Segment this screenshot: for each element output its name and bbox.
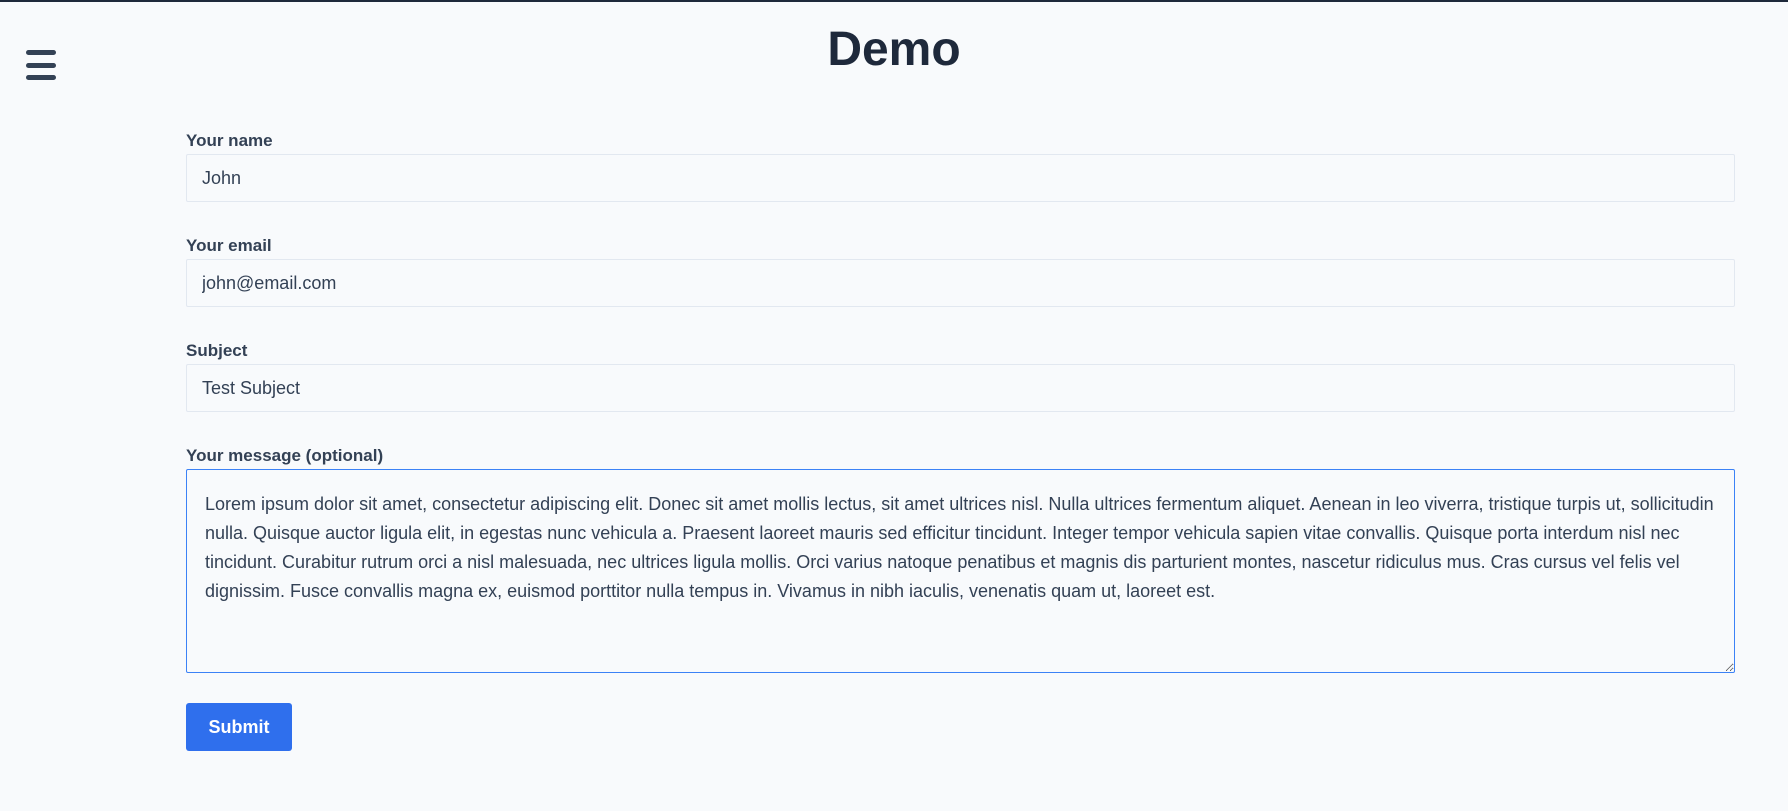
- email-field-group: Your email: [186, 235, 1735, 307]
- message-textarea[interactable]: Lorem ipsum dolor sit amet, consectetur …: [186, 469, 1735, 673]
- email-input[interactable]: [186, 259, 1735, 307]
- page-title: Demo: [827, 23, 961, 76]
- subject-label: Subject: [186, 341, 248, 360]
- name-input[interactable]: [186, 154, 1735, 202]
- message-field-group: Your message (optional) Lorem ipsum dolo…: [186, 445, 1735, 673]
- contact-form: Your name Your email Subject Your messag…: [186, 130, 1735, 751]
- subject-field-group: Subject: [186, 340, 1735, 412]
- name-label: Your name: [186, 131, 273, 150]
- subject-input[interactable]: [186, 364, 1735, 412]
- message-label: Your message (optional): [186, 446, 384, 465]
- email-label: Your email: [186, 236, 272, 255]
- submit-button[interactable]: Submit: [186, 703, 292, 751]
- name-field-group: Your name: [186, 130, 1735, 202]
